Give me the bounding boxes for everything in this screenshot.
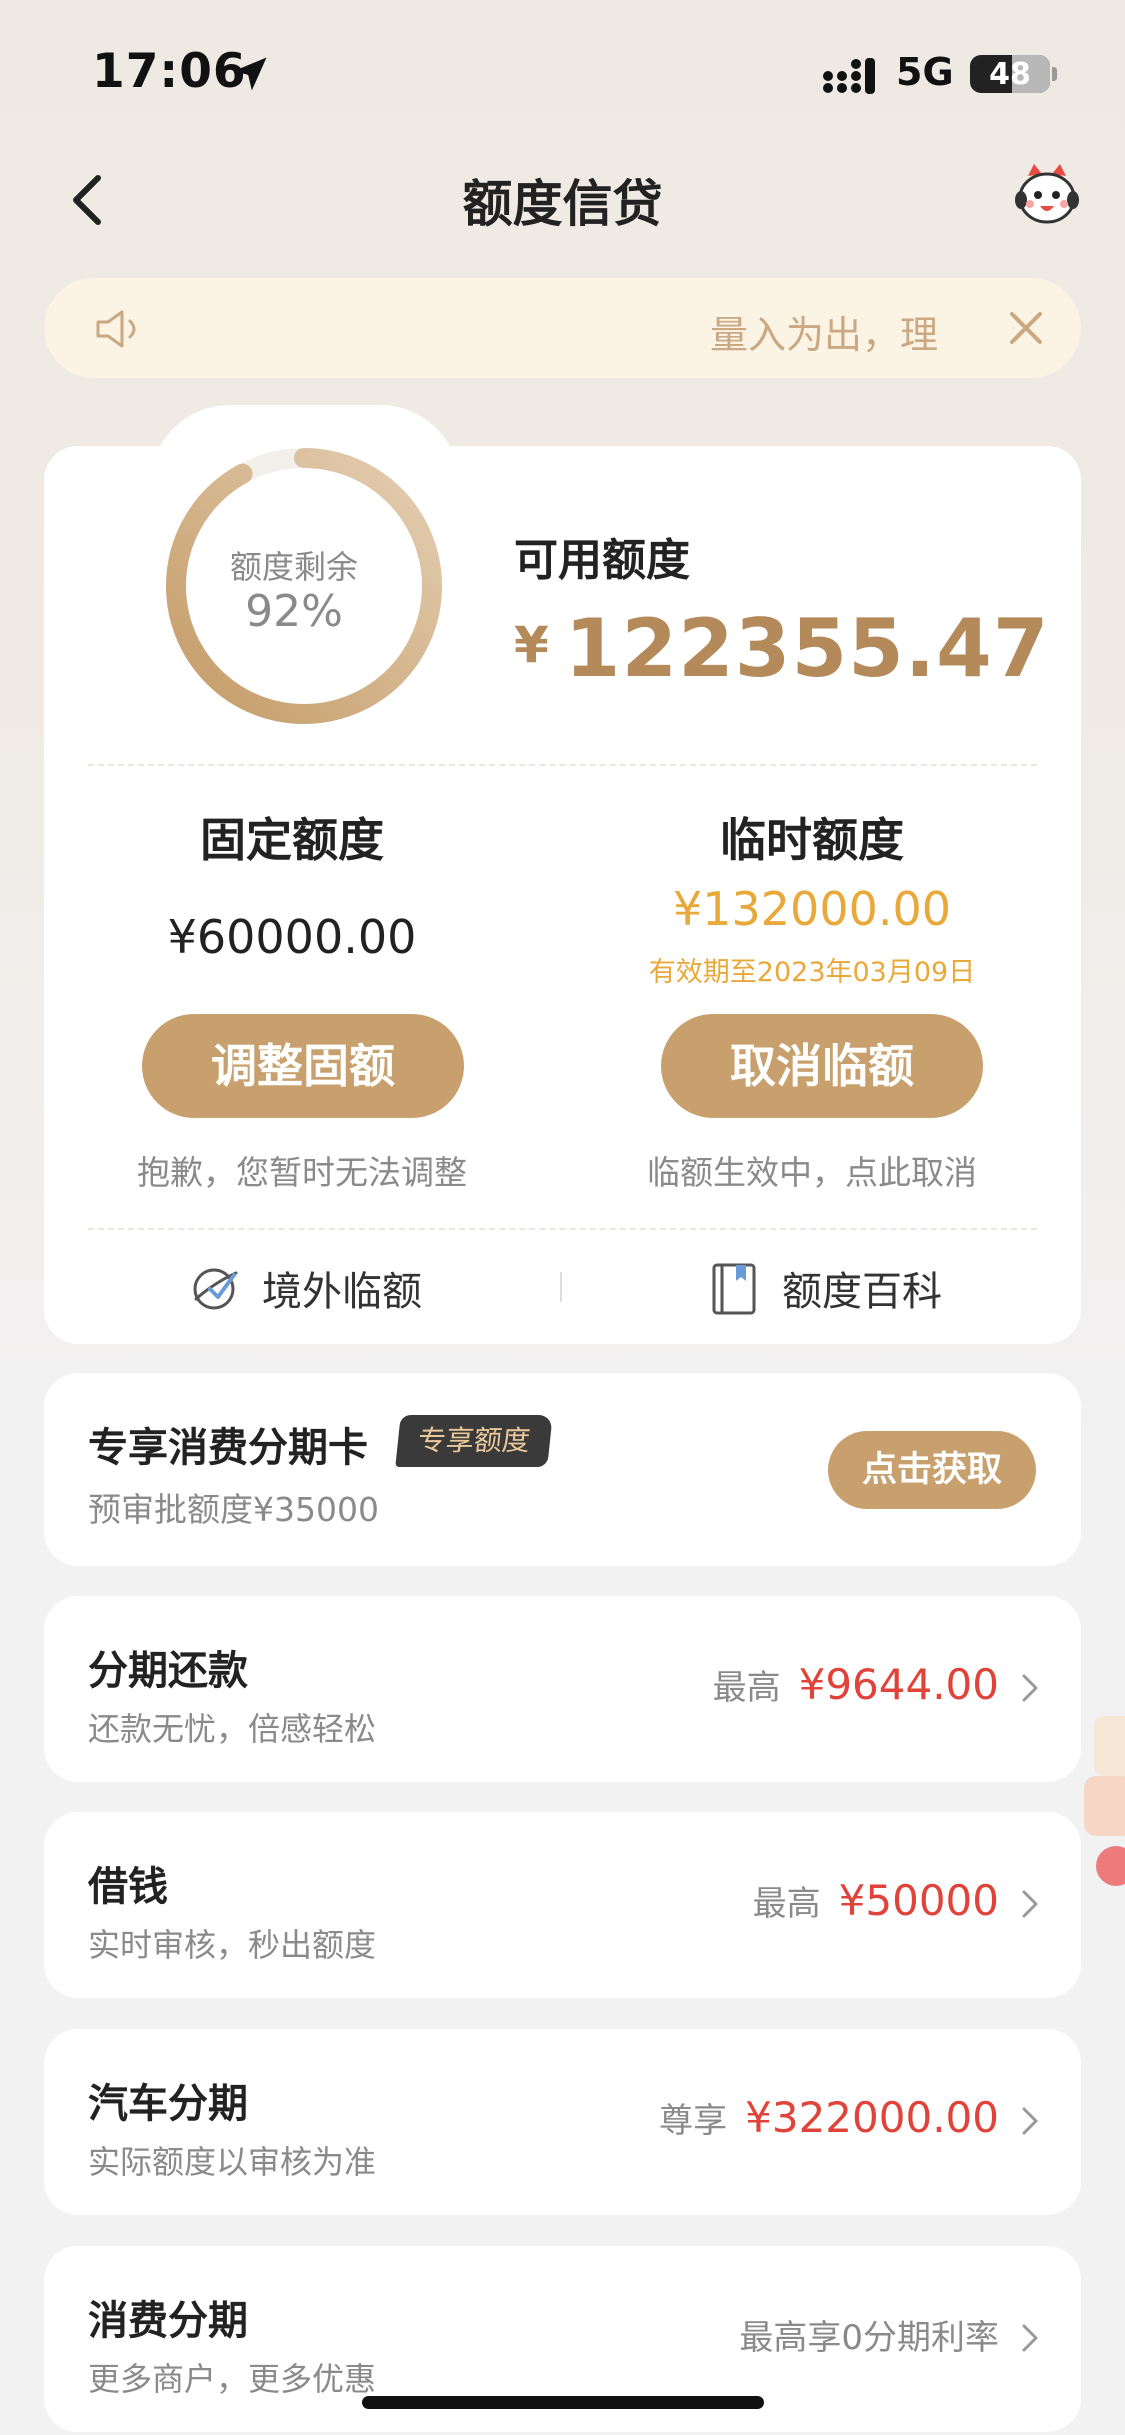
list-item-car-installment[interactable]: 汽车分期 实际额度以审核为准 尊享 ¥322000.00 <box>44 2029 1081 2215</box>
promo-title: 专享消费分期卡 <box>88 1425 368 1471</box>
fixed-title: 固定额度 <box>200 813 384 867</box>
available-amount: ¥122355.47 <box>514 602 1050 695</box>
credit-card: 额度剩余 92% 可用额度 ¥122355.47 固定额度 ¥60000.00 … <box>44 446 1081 1344</box>
row-title: 消费分期 <box>88 2298 248 2344</box>
available-number: 122355.47 <box>564 602 1050 695</box>
overseas-limit-link[interactable]: 境外临额 <box>188 1256 422 1320</box>
available-label: 可用额度 <box>514 535 690 586</box>
battery-icon: 48 <box>970 55 1050 93</box>
globe-plane-icon <box>193 1268 238 1310</box>
row-subtitle: 还款无忧，倍感轻松 <box>88 1710 377 1748</box>
row-amount: ¥50000 <box>838 1876 999 1925</box>
limit-wiki-link[interactable]: 额度百科 <box>708 1256 942 1320</box>
row-subtitle: 实际额度以审核为准 <box>88 2143 377 2181</box>
status-time: 17:06 <box>92 44 247 99</box>
fixed-amount: ¥60000.00 <box>167 910 417 964</box>
status-bar: 17:06 5G 48 <box>0 0 1125 140</box>
divider <box>88 1228 1037 1230</box>
row-value: 最高 ¥50000 <box>753 1876 999 1925</box>
promo-card: 专享消费分期卡 专享额度 预审批额度¥35000 点击获取 <box>44 1373 1081 1566</box>
promo-tag-badge: 专享额度 <box>395 1415 553 1467</box>
mascot-avatar-icon[interactable] <box>1012 162 1082 228</box>
row-subtitle: 更多商户，更多优惠 <box>88 2360 377 2398</box>
overseas-limit-label: 境外临额 <box>262 1269 422 1315</box>
fixed-hint: 抱歉，您暂时无法调整 <box>137 1153 467 1192</box>
home-indicator <box>362 2396 764 2409</box>
adjust-fixed-button[interactable]: 调整固额 <box>142 1014 464 1118</box>
cancel-temporary-button[interactable]: 取消临额 <box>661 1014 983 1118</box>
link-separator <box>560 1272 562 1302</box>
network-label: 5G <box>896 50 954 94</box>
floating-gift-icon[interactable] <box>1080 1716 1125 1896</box>
battery-level: 48 <box>989 57 1031 92</box>
ring-percent: 92% <box>245 586 343 637</box>
row-value: 尊享 ¥322000.00 <box>659 2093 999 2142</box>
page-title: 额度信贷 <box>462 175 663 233</box>
row-value: 最高享0分期利率 <box>739 2310 999 2359</box>
temporary-title: 临时额度 <box>720 813 904 867</box>
row-amount: ¥322000.00 <box>745 2093 999 2142</box>
get-card-button[interactable]: 点击获取 <box>828 1431 1036 1509</box>
chevron-right-icon <box>1022 2324 1038 2352</box>
ring-label: 额度剩余 <box>229 548 358 586</box>
signal-icon <box>823 58 875 94</box>
temporary-amount: ¥132000.00 <box>672 882 952 936</box>
close-icon[interactable] <box>1004 306 1048 350</box>
speaker-icon <box>96 310 136 348</box>
list-item-borrow[interactable]: 借钱 实时审核，秒出额度 最高 ¥50000 <box>44 1812 1081 1998</box>
chevron-right-icon <box>1022 1890 1038 1918</box>
location-arrow-icon <box>233 57 267 91</box>
temporary-expiry: 有效期至2023年03月09日 <box>648 957 976 988</box>
row-value: 最高 ¥9644.00 <box>713 1660 999 1709</box>
chevron-right-icon <box>1022 2107 1038 2135</box>
row-title: 汽车分期 <box>88 2081 248 2127</box>
list-item-installment-repayment[interactable]: 分期还款 还款无忧，倍感轻松 最高 ¥9644.00 <box>44 1596 1081 1782</box>
notice-bar[interactable]: 量入为出，理 <box>44 278 1081 378</box>
limit-wiki-label: 额度百科 <box>782 1269 942 1315</box>
promo-subtitle: 预审批额度¥35000 <box>88 1490 379 1529</box>
divider <box>88 764 1037 766</box>
row-title: 借钱 <box>88 1864 168 1910</box>
book-icon <box>712 1263 756 1315</box>
temporary-hint[interactable]: 临额生效中，点此取消 <box>602 1146 1022 1194</box>
row-subtitle: 实时审核，秒出额度 <box>88 1926 377 1964</box>
nav-bar: 额度信贷 <box>0 140 1125 250</box>
currency-symbol: ¥ <box>514 616 549 674</box>
row-note: 最高享0分期利率 <box>739 2318 999 2358</box>
row-prefix: 最高 <box>752 1884 821 1924</box>
chevron-right-icon <box>1022 1674 1038 1702</box>
row-prefix: 最高 <box>712 1668 781 1708</box>
row-title: 分期还款 <box>88 1648 248 1694</box>
row-amount: ¥9644.00 <box>798 1660 999 1709</box>
row-prefix: 尊享 <box>659 2101 728 2141</box>
notice-text: 量入为出，理 <box>710 313 939 357</box>
